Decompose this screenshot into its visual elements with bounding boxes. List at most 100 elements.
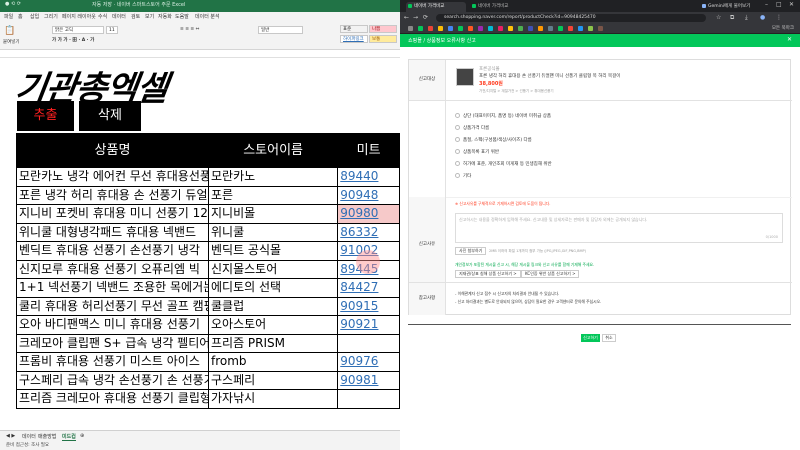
style-good[interactable]: 보통 bbox=[369, 35, 397, 43]
ribbon-tab[interactable]: 검토 bbox=[131, 13, 140, 20]
font-name-select[interactable]: 맑은 고딕 bbox=[52, 26, 104, 34]
ribbon-tab[interactable]: 데이터 분석 bbox=[195, 13, 220, 20]
cell-store-name[interactable]: 쿨클럽 bbox=[207, 296, 339, 316]
back-icon[interactable]: ← bbox=[404, 14, 409, 22]
option-radio[interactable] bbox=[455, 125, 460, 130]
ribbon-tab[interactable]: 자동화 bbox=[158, 13, 172, 20]
reload-icon[interactable]: ⟳ bbox=[423, 14, 428, 22]
download-icon[interactable]: ⤓ bbox=[745, 14, 748, 22]
extensions-icon[interactable]: ⧉ bbox=[730, 14, 734, 22]
cell-mid-link[interactable]: 89440 bbox=[337, 167, 400, 187]
bookmark-icon[interactable] bbox=[518, 26, 523, 31]
bookmark-icon[interactable] bbox=[578, 26, 583, 31]
cell-mid-link[interactable]: 86332 bbox=[337, 222, 400, 242]
worksheet[interactable]: 기관총엑셀 추출 삭제 상품명 스토어이름 미트 모란카노 냉각 에어컨 무선 … bbox=[0, 58, 400, 430]
attach-photo-button[interactable]: 사진 첨부하기 bbox=[455, 247, 487, 255]
cell-store-name[interactable]: 지니비몰 bbox=[207, 204, 339, 224]
cell-mid-link[interactable] bbox=[337, 333, 400, 353]
menu-icon[interactable]: ⋮ bbox=[776, 14, 782, 22]
cell-store-name[interactable]: 오아스토어 bbox=[207, 315, 339, 335]
ribbon-tab[interactable]: 보기 bbox=[145, 13, 154, 20]
cell-product-name[interactable]: 지니비 포켓비 휴대용 미니 선풍기 120단 bbox=[16, 204, 209, 224]
style-hyperlink[interactable]: 하이퍼링크 bbox=[340, 35, 368, 43]
cell-store-name[interactable]: 위니쿨 bbox=[207, 222, 339, 242]
address-bar[interactable]: search.shopping.naver.com/report/product… bbox=[436, 14, 706, 22]
cell-store-name[interactable]: 에디토의 선택 bbox=[207, 278, 339, 298]
font-size-select[interactable]: 11 bbox=[106, 26, 118, 34]
cell-store-name[interactable]: 프리즘 PRISM bbox=[207, 333, 339, 353]
cell-store-name[interactable]: 가자낚시 bbox=[207, 389, 339, 409]
cell-mid-link[interactable]: 90948 bbox=[337, 185, 400, 205]
kc-violation-report-button[interactable]: KC인증 위반 상품 신고하기 > bbox=[521, 270, 580, 278]
submit-report-button[interactable]: 신고하기 bbox=[581, 334, 600, 342]
ribbon-tab[interactable]: 파일 bbox=[4, 13, 13, 20]
option-radio[interactable] bbox=[455, 161, 460, 166]
bookmark-icon[interactable] bbox=[428, 26, 433, 31]
profile-avatar[interactable]: ● bbox=[760, 14, 765, 22]
cell-store-name[interactable]: 벤딕트 공식몰 bbox=[207, 241, 339, 261]
option-radio[interactable] bbox=[455, 113, 460, 118]
cell-product-name[interactable]: 쿨리 휴대용 허리선풍기 무선 골프 캠핑 bbox=[16, 296, 209, 316]
ip-infringement-report-button[interactable]: 지재권/상표 침해 상품 신고하기 > bbox=[455, 270, 521, 278]
option-radio[interactable] bbox=[455, 137, 460, 142]
reason-textarea[interactable]: 신고하시는 내용을 정확하게 입력해 주세요. 신고내용 및 상세자료는 판매자… bbox=[455, 213, 783, 243]
cancel-button[interactable]: 취소 bbox=[602, 334, 616, 342]
cell-mid-link[interactable]: 90976 bbox=[337, 352, 400, 372]
all-bookmarks[interactable]: 모든 북마크 bbox=[772, 25, 794, 31]
cell-mid-link[interactable]: 90915 bbox=[337, 296, 400, 316]
cell-product-name[interactable]: 프리즘 크레모아 휴대용 선풍기 클립형 bbox=[16, 389, 209, 409]
bookmark-icon[interactable] bbox=[448, 26, 453, 31]
option-radio[interactable] bbox=[455, 173, 460, 178]
cell-product-name[interactable]: 오아 바디팬맥스 미니 휴대용 선풍기 bbox=[16, 315, 209, 335]
browser-tab-active[interactable]: 네이버 가격비교 bbox=[406, 2, 466, 12]
cell-mid-link[interactable]: 90980 bbox=[337, 204, 400, 224]
close-icon[interactable]: ✕ bbox=[789, 1, 794, 8]
bookmark-icon[interactable] bbox=[438, 26, 443, 31]
paste-button[interactable]: 붙여넣기 bbox=[3, 39, 20, 45]
ribbon-tab[interactable]: 홈 bbox=[18, 13, 23, 20]
bookmark-icon[interactable] bbox=[528, 26, 533, 31]
bookmark-icon[interactable] bbox=[558, 26, 563, 31]
cell-product-name[interactable]: 신지모루 휴대용 선풍기 오퓨리엠 빅 bbox=[16, 259, 209, 279]
apps-icon[interactable] bbox=[408, 26, 413, 31]
clipboard-icon[interactable]: 📋 bbox=[4, 26, 15, 36]
header-mid[interactable]: 미트 bbox=[337, 133, 400, 168]
ribbon-tab[interactable]: 도움말 bbox=[175, 13, 189, 20]
option-radio[interactable] bbox=[455, 149, 460, 154]
alignment-buttons[interactable]: ≡ ≡ ≡ ⇔ bbox=[180, 27, 199, 32]
cell-store-name[interactable]: 신지몰스토어 bbox=[207, 259, 339, 279]
sheet-tab-active[interactable]: 미드컵 bbox=[62, 433, 76, 441]
cell-store-name[interactable]: 구스페리 bbox=[207, 370, 339, 390]
style-bad[interactable]: 나쁨 bbox=[369, 25, 397, 33]
add-sheet-icon[interactable]: ⊕ bbox=[80, 433, 84, 439]
bookmark-icon[interactable] bbox=[468, 26, 473, 31]
cell-mid-link[interactable]: 90921 bbox=[337, 315, 400, 335]
cell-product-name[interactable]: 모란카노 냉각 에어컨 무선 휴대용선풍기 bbox=[16, 167, 209, 187]
browser-tab[interactable]: 네이버 가격비교 bbox=[470, 2, 530, 12]
cell-store-name[interactable]: fromb bbox=[207, 352, 339, 372]
bookmark-icon[interactable] bbox=[478, 26, 483, 31]
bookmark-icon[interactable] bbox=[598, 26, 603, 31]
bookmark-icon[interactable] bbox=[488, 26, 493, 31]
ribbon-tab[interactable]: 삽입 bbox=[30, 13, 39, 20]
cell-mid-link[interactable]: 90981 bbox=[337, 370, 400, 390]
sheet-nav-arrows[interactable]: ◀ ▶ bbox=[6, 433, 15, 439]
cell-product-name[interactable]: 프롬비 휴대용 선풍기 미스트 아이스 bbox=[16, 352, 209, 372]
cell-product-name[interactable]: 위니쿨 대형냉각패드 휴대용 넥밴드 bbox=[16, 222, 209, 242]
cell-store-name[interactable]: 포른 bbox=[207, 185, 339, 205]
minimize-icon[interactable]: – bbox=[765, 1, 768, 8]
bookmark-icon[interactable] bbox=[418, 26, 423, 31]
maximize-icon[interactable]: □ bbox=[776, 1, 782, 8]
style-normal[interactable]: 표준 bbox=[340, 25, 368, 33]
ribbon-tab[interactable]: 페이지 레이아웃 bbox=[62, 13, 96, 20]
autosave-toggle[interactable]: ● ⟲ ⟳ bbox=[5, 1, 21, 7]
bookmark-icon[interactable] bbox=[548, 26, 553, 31]
cell-product-name[interactable]: 벤딕트 휴대용 선풍기 손선풍기 냉각 bbox=[16, 241, 209, 261]
gemini-button[interactable]: Gemini에게 물어보기 bbox=[700, 2, 760, 12]
cell-store-name[interactable]: 모란카노 bbox=[207, 167, 339, 187]
bookmark-icon[interactable] bbox=[568, 26, 573, 31]
sheet-tab[interactable]: 데이터 bbox=[22, 433, 36, 440]
ribbon-tab[interactable]: 데이터 bbox=[112, 13, 126, 20]
number-format-select[interactable]: 일반 bbox=[258, 26, 303, 34]
bookmark-icon[interactable] bbox=[498, 26, 503, 31]
